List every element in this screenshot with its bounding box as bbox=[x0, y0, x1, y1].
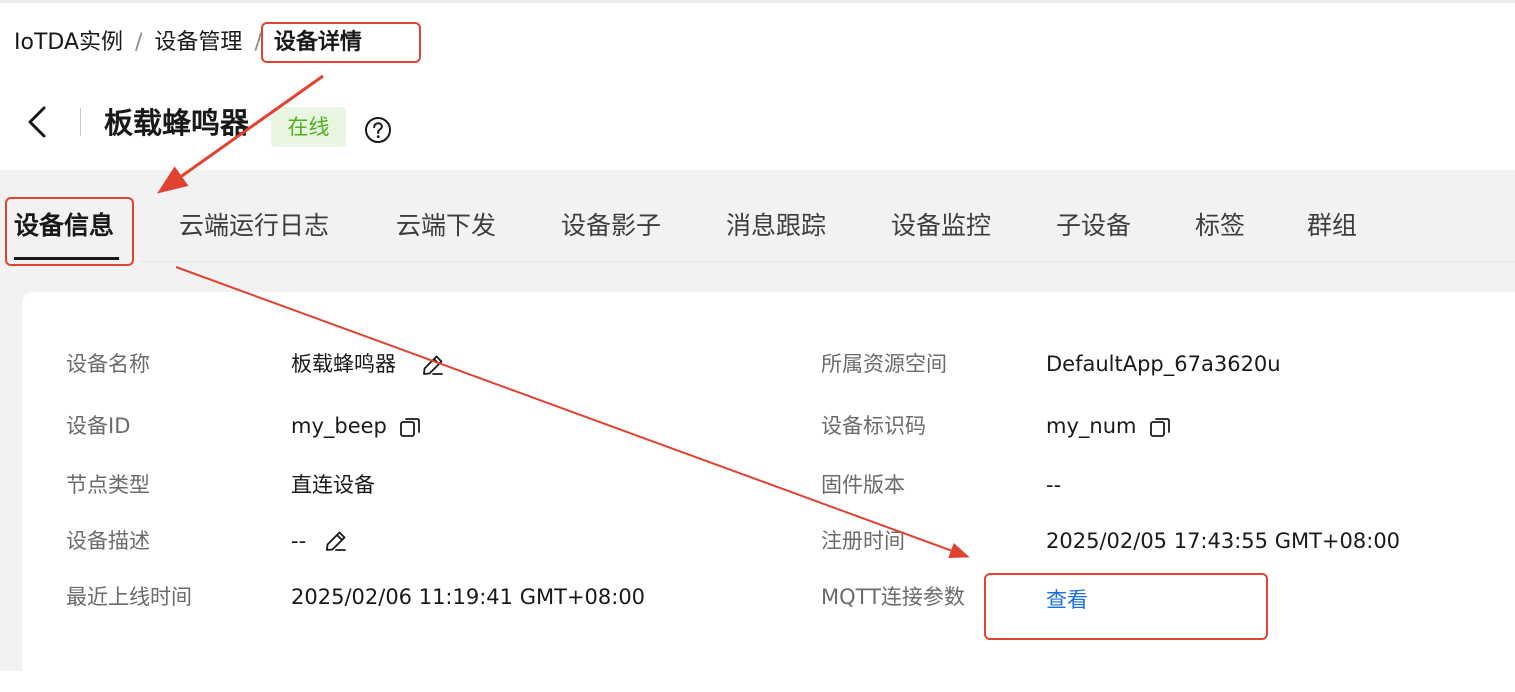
tab-groups[interactable]: 群组 bbox=[1307, 208, 1357, 244]
breadcrumb-item-device-details: 设备详情 bbox=[273, 30, 362, 55]
breadcrumb-item-device-management[interactable]: 设备管理 bbox=[154, 28, 242, 58]
edit-device-description-button[interactable] bbox=[324, 529, 348, 553]
tab-bar: 设备信息 云端运行日志 云端下发 设备影子 消息跟踪 设备监控 子设备 标签 群… bbox=[0, 170, 1515, 262]
copy-icon bbox=[1150, 418, 1170, 437]
device-identifier-label: 设备标识码 bbox=[821, 414, 926, 438]
last-online-time-value: 2025/02/06 11:19:41 GMT+08:00 bbox=[291, 585, 646, 609]
tab-cloud-run-logs[interactable]: 云端运行日志 bbox=[179, 208, 329, 244]
mqtt-params-label: MQTT连接参数 bbox=[821, 585, 965, 609]
breadcrumb-item-instance[interactable]: IoTDA实例 bbox=[14, 28, 123, 58]
edit-icon bbox=[326, 531, 346, 551]
device-id-label: 设备ID bbox=[66, 414, 131, 438]
device-description-label: 设备描述 bbox=[66, 529, 150, 553]
help-button[interactable] bbox=[364, 116, 392, 144]
resource-space-value: DefaultApp_67a3620u bbox=[1046, 352, 1281, 376]
resource-space-label: 所属资源空间 bbox=[821, 352, 947, 376]
tab-bar-divider bbox=[140, 261, 1515, 262]
view-mqtt-params-link[interactable]: 查看 bbox=[1046, 585, 1088, 615]
device-name-label: 设备名称 bbox=[66, 352, 150, 376]
breadcrumb-separator: / bbox=[254, 30, 262, 55]
device-description-value: -- bbox=[291, 529, 307, 553]
copy-device-identifier-button[interactable] bbox=[1148, 415, 1172, 439]
top-header-band bbox=[0, 0, 1515, 170]
tab-device-monitoring[interactable]: 设备监控 bbox=[891, 208, 991, 244]
status-badge: 在线 bbox=[271, 107, 346, 147]
edit-icon bbox=[423, 355, 443, 375]
device-name-value: 板载蜂鸣器 bbox=[291, 352, 396, 376]
tab-device-shadow[interactable]: 设备影子 bbox=[561, 208, 661, 244]
copy-device-id-button[interactable] bbox=[398, 415, 422, 439]
edit-device-name-button[interactable] bbox=[421, 353, 445, 377]
chevron-left-icon bbox=[28, 106, 46, 138]
question-circle-icon bbox=[365, 117, 391, 143]
registration-time-value: 2025/02/05 17:43:55 GMT+08:00 bbox=[1046, 529, 1401, 553]
registration-time-label: 注册时间 bbox=[821, 529, 905, 553]
device-info-card bbox=[22, 292, 1515, 692]
node-type-label: 节点类型 bbox=[66, 473, 150, 497]
breadcrumb-separator: / bbox=[135, 30, 143, 55]
firmware-version-value: -- bbox=[1046, 473, 1062, 497]
tab-message-tracking[interactable]: 消息跟踪 bbox=[726, 208, 826, 244]
page-title: 板载蜂鸣器 bbox=[104, 106, 250, 140]
firmware-version-label: 固件版本 bbox=[821, 473, 905, 497]
device-identifier-value: my_num bbox=[1046, 414, 1137, 438]
device-id-value: my_beep bbox=[291, 414, 387, 438]
last-online-time-label: 最近上线时间 bbox=[66, 585, 192, 609]
node-type-value: 直连设备 bbox=[291, 473, 375, 497]
copy-icon bbox=[400, 418, 420, 437]
tab-sub-devices[interactable]: 子设备 bbox=[1056, 208, 1131, 244]
breadcrumb: IoTDA实例 / 设备管理 / 设备详情 bbox=[14, 28, 362, 58]
tab-device-info[interactable]: 设备信息 bbox=[14, 208, 114, 244]
title-divider bbox=[80, 108, 81, 136]
active-tab-indicator bbox=[14, 257, 119, 260]
tab-cloud-delivery[interactable]: 云端下发 bbox=[396, 208, 496, 244]
back-button[interactable] bbox=[22, 105, 52, 139]
tab-tags[interactable]: 标签 bbox=[1195, 208, 1245, 244]
